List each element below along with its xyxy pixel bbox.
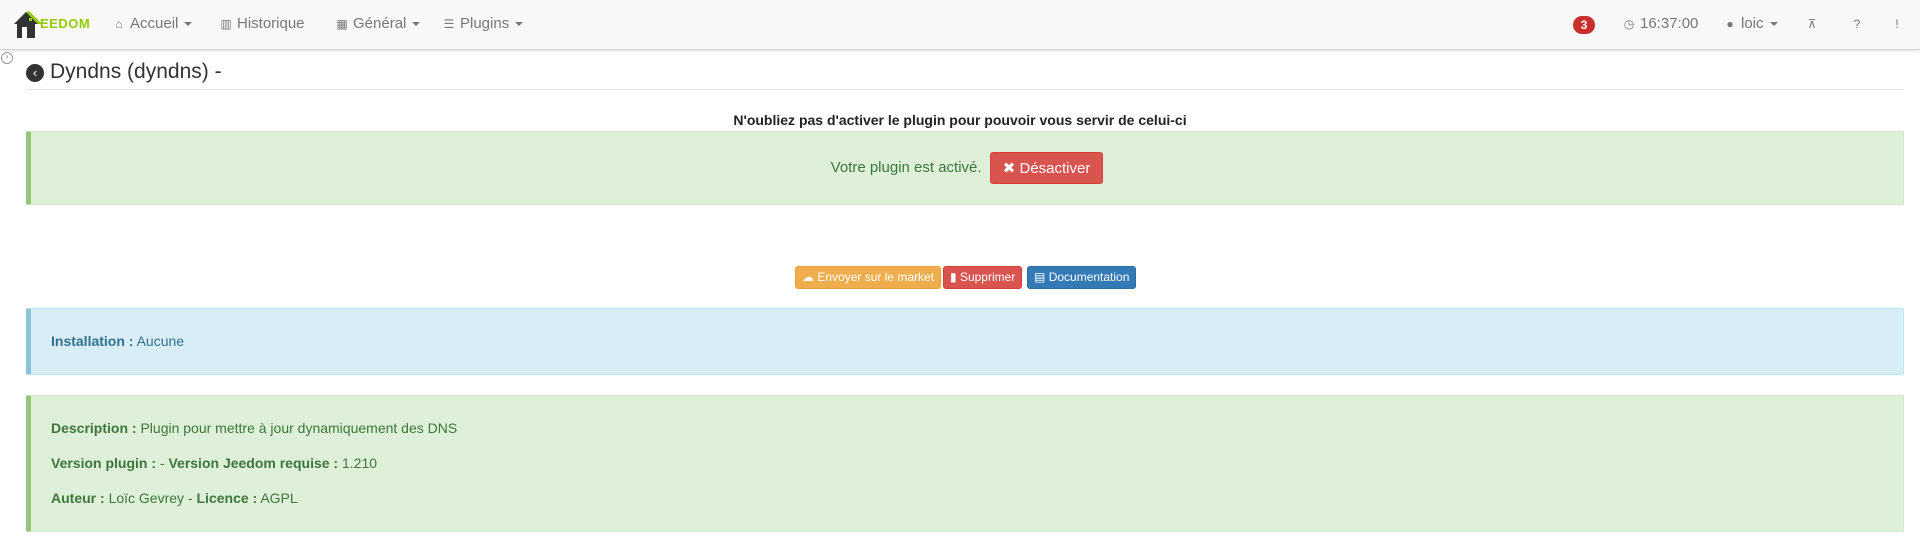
nav-historique[interactable]: ▥ Historique <box>219 0 305 48</box>
notification-badge[interactable]: 3 <box>1573 16 1595 34</box>
description-line: Description : Plugin pour mettre à jour … <box>51 420 457 436</box>
top-navbar: EEDOM ⌂ Accueil ▥ Historique ▦ Général ☰ Plu… <box>0 0 1920 50</box>
send-market-button[interactable]: ☁ Envoyer sur le market <box>795 266 942 289</box>
installation-value: Aucune <box>136 333 185 349</box>
user-icon: ● <box>1726 17 1734 31</box>
nav-accueil-label: Accueil <box>130 15 179 32</box>
author-value: Loïc Gevrey <box>108 490 185 506</box>
activation-notice: N'oubliez pas d'activer le plugin pour p… <box>733 112 1187 128</box>
description-label: Description : <box>51 420 137 436</box>
plugin-title: Dyndns (dyndns) - <box>50 60 222 83</box>
installation-label: Installation : <box>51 333 134 349</box>
home-icon: ⌂ <box>115 17 123 31</box>
activated-text: Votre plugin est activé. <box>830 158 982 176</box>
nav-plugins[interactable]: ☰ Plugins <box>442 0 524 48</box>
page-title: ‹ Dyndns (dyndns) - <box>26 60 222 84</box>
version-label: Version plugin : <box>51 455 157 471</box>
activation-line: Votre plugin est activé. ✖ Désactiver <box>31 152 1903 184</box>
logo-text: EEDOM <box>40 16 91 31</box>
license-value: AGPL <box>260 490 298 506</box>
times-icon: ✖ <box>1002 160 1016 177</box>
documentation-button[interactable]: ▤ Documentation <box>1027 266 1137 289</box>
installation-line: Installation : Aucune <box>51 333 184 349</box>
caret-down-icon <box>515 22 524 27</box>
version-separator: - <box>159 455 165 471</box>
tasks-icon: ☰ <box>443 17 455 31</box>
nav-plugins-label: Plugins <box>460 15 510 32</box>
nav-accueil[interactable]: ⌂ Accueil <box>112 0 193 48</box>
title-divider <box>26 89 1904 90</box>
delete-label: Supprimer <box>959 270 1016 284</box>
arrow-circle-left-icon[interactable]: ‹ <box>26 64 44 82</box>
sitemap-icon: ⊼ <box>1807 17 1817 31</box>
description-value: Plugin pour mettre à jour dynamiquement … <box>140 420 458 436</box>
clock-icon: ◷ <box>1623 17 1635 31</box>
nav-clock[interactable]: ◷ 16:37:00 <box>1622 0 1699 48</box>
exclamation-circle-icon: ! <box>1895 17 1899 31</box>
clock-time: 16:37:00 <box>1640 15 1699 32</box>
cloud-upload-icon: ☁ <box>802 270 814 284</box>
author-line: Auteur : Loïc Gevrey - Licence : AGPL <box>51 490 298 506</box>
jeedom-version-value: 1.210 <box>341 455 378 471</box>
grid-icon: ▦ <box>336 17 348 31</box>
trash-icon: ▮ <box>950 270 957 284</box>
book-icon: ▤ <box>1034 270 1046 284</box>
caret-down-icon <box>1769 22 1778 27</box>
nav-help[interactable]: ? <box>1850 0 1868 48</box>
nav-alert[interactable]: ! <box>1890 0 1908 48</box>
deactivate-button[interactable]: ✖ Désactiver <box>989 152 1104 184</box>
nav-network[interactable]: ⊼ <box>1805 0 1823 48</box>
installation-alert: Installation : Aucune <box>26 308 1904 375</box>
sidebar-toggle-icon[interactable]: › <box>1 52 13 64</box>
nav-historique-label: Historique <box>237 15 305 32</box>
license-label: Licence : <box>196 490 258 506</box>
activation-alert: Votre plugin est activé. ✖ Désactiver <box>26 131 1904 205</box>
question-circle-icon: ? <box>1853 17 1861 31</box>
nav-general-label: Général <box>353 15 407 32</box>
delete-button[interactable]: ▮ Supprimer <box>943 266 1023 289</box>
nav-general[interactable]: ▦ Général <box>335 0 421 48</box>
deactivate-label: Désactiver <box>1019 160 1091 177</box>
caret-down-icon <box>412 22 421 27</box>
user-name: loic <box>1741 15 1764 32</box>
caret-down-icon <box>184 22 193 27</box>
send-market-label: Envoyer sur le market <box>817 270 935 284</box>
jeedom-version-label: Version Jeedom requise : <box>168 455 339 471</box>
documentation-label: Documentation <box>1048 270 1130 284</box>
version-line: Version plugin : - Version Jeedom requis… <box>51 455 377 471</box>
nav-user[interactable]: ● loic <box>1723 0 1778 48</box>
author-label: Auteur : <box>51 490 105 506</box>
bar-chart-icon: ▥ <box>220 17 232 31</box>
plugin-info-alert: Description : Plugin pour mettre à jour … <box>26 395 1904 532</box>
